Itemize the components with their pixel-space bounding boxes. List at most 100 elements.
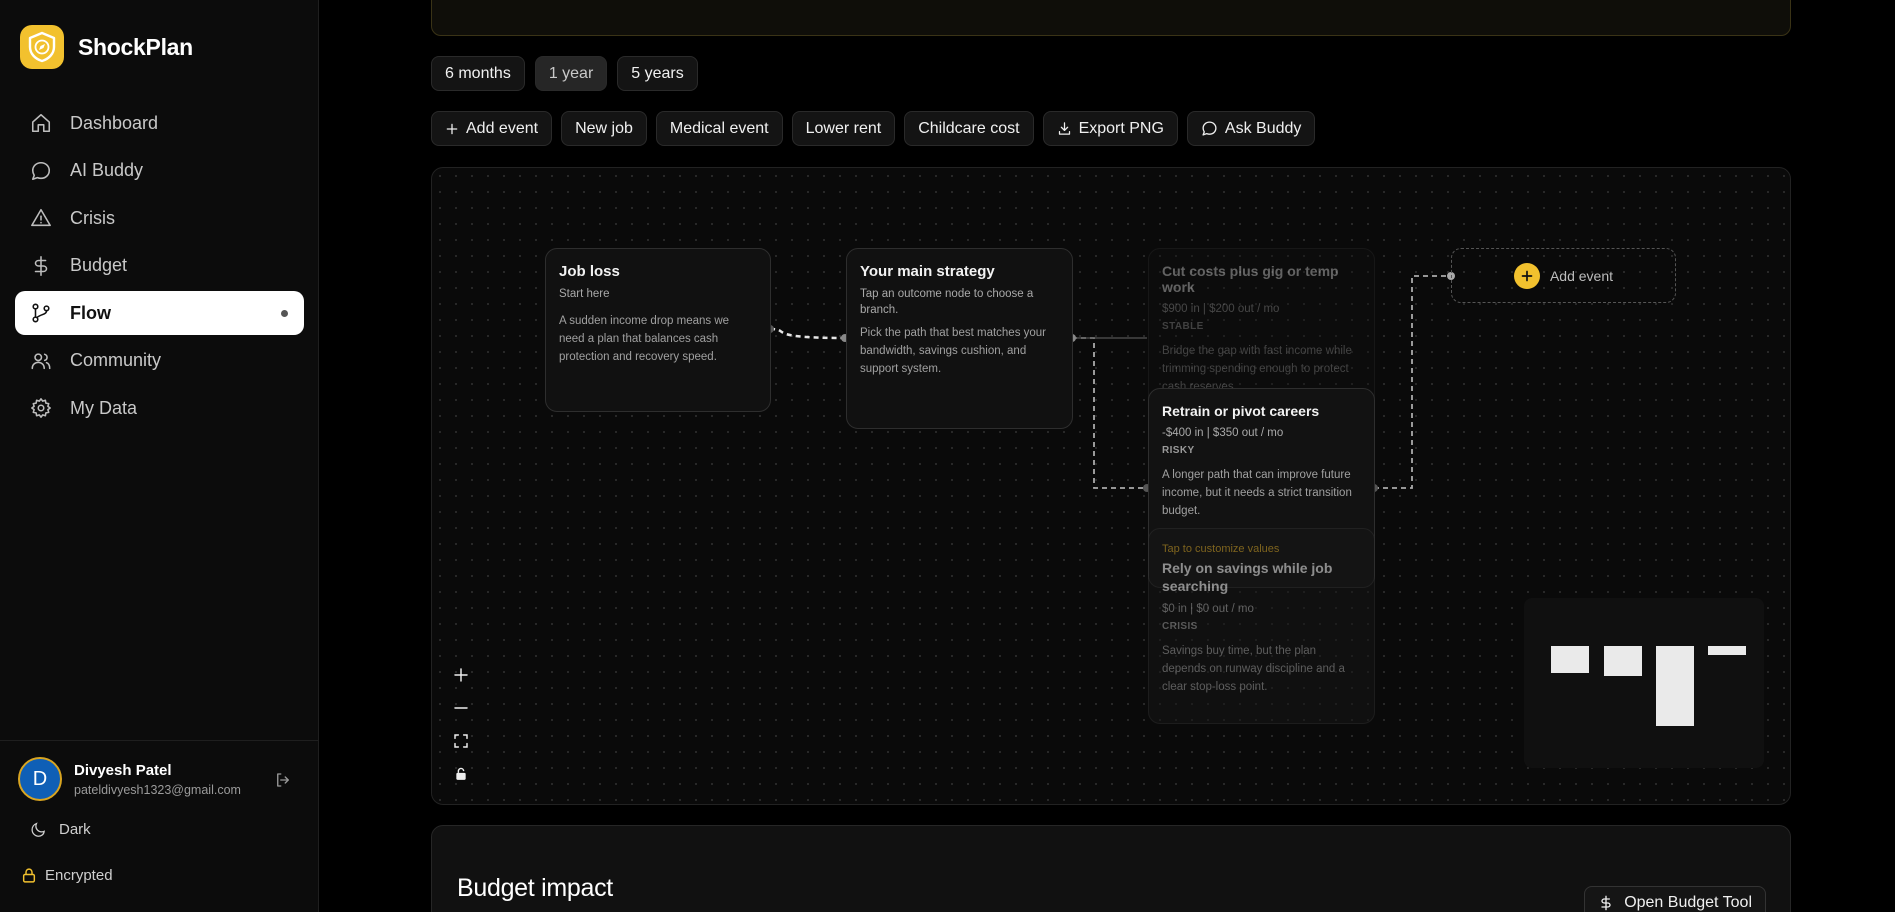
open-budget-tool-label: Open Budget Tool: [1624, 894, 1752, 911]
shield-logo-icon: [20, 25, 64, 69]
node-description: A sudden income drop means we need a pla…: [559, 315, 730, 363]
node-amounts: $0 in | $0 out / mo: [1162, 603, 1254, 615]
moon-icon: [31, 822, 45, 837]
sidebar-item-ai-buddy[interactable]: AI Buddy: [15, 149, 304, 193]
flow-canvas[interactable]: Job loss Start here A sudden income drop…: [431, 167, 1791, 805]
sidebar-item-flow[interactable]: Flow: [15, 291, 304, 335]
download-icon: [1058, 122, 1070, 135]
childcare-cost-button[interactable]: Childcare cost: [904, 111, 1034, 146]
ask-buddy-button[interactable]: Ask Buddy: [1186, 111, 1316, 146]
sidebar-item-label: Community: [70, 350, 162, 370]
git-branch-icon: [32, 303, 50, 323]
add-event-node[interactable]: Add event: [1451, 248, 1676, 303]
time-range-selector: 6 months 1 year 5 years: [431, 56, 698, 91]
zoom-in-button[interactable]: [446, 658, 476, 691]
gear-icon: [31, 398, 51, 418]
plus-icon: [454, 667, 468, 682]
lock-canvas-button[interactable]: [446, 757, 476, 790]
node-description: A longer path that can improve future in…: [1162, 469, 1352, 517]
node-rely-on-savings[interactable]: Tap to customize values Rely on savings …: [1148, 528, 1375, 724]
medical-event-button[interactable]: Medical event: [655, 111, 783, 146]
node-tag: STABLE: [1162, 321, 1204, 332]
flow-toolbar: Add event New job Medical event Lower re…: [431, 111, 1316, 146]
range-1-year-button[interactable]: 1 year: [534, 56, 608, 91]
node-title: Your main strategy: [860, 263, 995, 280]
logout-button[interactable]: [274, 771, 292, 794]
logout-icon: [277, 773, 289, 787]
node-main-strategy[interactable]: Your main strategy Tap an outcome node t…: [846, 248, 1073, 429]
fullscreen-icon: [454, 733, 468, 748]
sidebar-item-dashboard[interactable]: Dashboard: [15, 101, 304, 145]
node-title: Retrain or pivot careers: [1162, 403, 1320, 419]
sidebar: ShockPlan Dashboard AI Buddy Crisis Budg…: [0, 0, 319, 912]
sidebar-item-community[interactable]: Community: [15, 339, 304, 383]
top-panel: [431, 0, 1791, 36]
warning-icon: [31, 208, 51, 227]
encrypted-label: Encrypted: [45, 867, 113, 884]
node-amounts: -$400 in | $350 out / mo: [1162, 427, 1284, 439]
dollar-icon: [34, 255, 48, 276]
node-tag: CRISIS: [1162, 621, 1198, 632]
budget-impact-panel: Budget impact Open Budget Tool: [431, 825, 1791, 912]
canvas-controls: [446, 658, 476, 790]
plus-icon: [446, 123, 458, 134]
edge-strategy-retrain: [1072, 337, 1147, 489]
node-subtitle: Start here: [559, 288, 610, 300]
chat-bubble-icon: [1202, 121, 1217, 136]
user-name: Divyesh Patel: [74, 761, 172, 779]
node-hint: Tap to customize values: [1162, 543, 1280, 555]
sidebar-item-label: My Data: [70, 397, 138, 418]
lock-icon: [456, 767, 466, 780]
sidebar-item-my-data[interactable]: My Data: [15, 386, 304, 430]
lower-rent-button[interactable]: Lower rent: [791, 111, 896, 146]
brand[interactable]: ShockPlan: [20, 25, 193, 69]
export-png-label: Export PNG: [1078, 119, 1164, 137]
sidebar-item-label: Dashboard: [70, 112, 159, 133]
node-description: Pick the path that best matches your ban…: [860, 327, 1047, 375]
edge-retrain-addevent: [1374, 275, 1451, 489]
range-6-months-button[interactable]: 6 months: [431, 56, 525, 91]
encrypted-status: Encrypted: [21, 867, 113, 884]
minus-icon: [454, 706, 468, 709]
dollar-icon: [1601, 895, 1611, 911]
node-job-loss[interactable]: Job loss Start here A sudden income drop…: [545, 248, 771, 412]
plus-icon: [1513, 262, 1540, 289]
new-job-button[interactable]: New job: [561, 111, 647, 146]
node-description: Savings buy time, but the plan depends o…: [1162, 645, 1345, 693]
user-email: pateldivyesh1323@gmail.com: [74, 782, 241, 797]
fit-view-button[interactable]: [446, 724, 476, 757]
avatar: D: [18, 757, 62, 801]
add-event-label: Add event: [466, 119, 539, 137]
open-budget-tool-button[interactable]: Open Budget Tool: [1584, 886, 1766, 912]
theme-toggle[interactable]: Dark: [30, 821, 91, 838]
active-indicator-dot: [281, 310, 288, 317]
sidebar-item-label: Flow: [70, 302, 111, 323]
node-tag: RISKY: [1162, 445, 1195, 456]
budget-impact-title: Budget impact: [457, 874, 613, 902]
ask-buddy-label: Ask Buddy: [1224, 119, 1302, 137]
chat-bubble-icon: [31, 161, 51, 180]
add-event-button[interactable]: Add event: [431, 111, 553, 146]
sidebar-nav: Dashboard AI Buddy Crisis Budget Flow Co…: [15, 101, 304, 434]
node-title: Job loss: [559, 263, 620, 280]
zoom-out-button[interactable]: [446, 691, 476, 724]
sidebar-item-label: AI Buddy: [70, 160, 144, 180]
export-png-button[interactable]: Export PNG: [1042, 111, 1178, 146]
sidebar-item-label: Crisis: [70, 207, 115, 228]
sidebar-item-crisis[interactable]: Crisis: [15, 196, 304, 240]
minimap-node: [1551, 646, 1589, 673]
sidebar-item-budget[interactable]: Budget: [15, 244, 304, 288]
node-amounts: $900 in | $200 out / mo: [1162, 303, 1280, 315]
range-5-years-button[interactable]: 5 years: [617, 56, 698, 91]
add-event-node-label: Add event: [1549, 267, 1614, 284]
user-profile[interactable]: D Divyesh Patel pateldivyesh1323@gmail.c…: [18, 757, 241, 801]
home-icon: [31, 113, 51, 133]
node-title: Cut costs plus gig or temp work: [1162, 263, 1339, 295]
minimap-node: [1604, 646, 1642, 676]
minimap[interactable]: [1524, 598, 1764, 768]
theme-label: Dark: [59, 821, 91, 838]
brand-name: ShockPlan: [78, 33, 193, 60]
lock-icon: [22, 868, 36, 883]
edge-jobloss-strategy: [769, 327, 846, 340]
minimap-node: [1656, 646, 1694, 726]
